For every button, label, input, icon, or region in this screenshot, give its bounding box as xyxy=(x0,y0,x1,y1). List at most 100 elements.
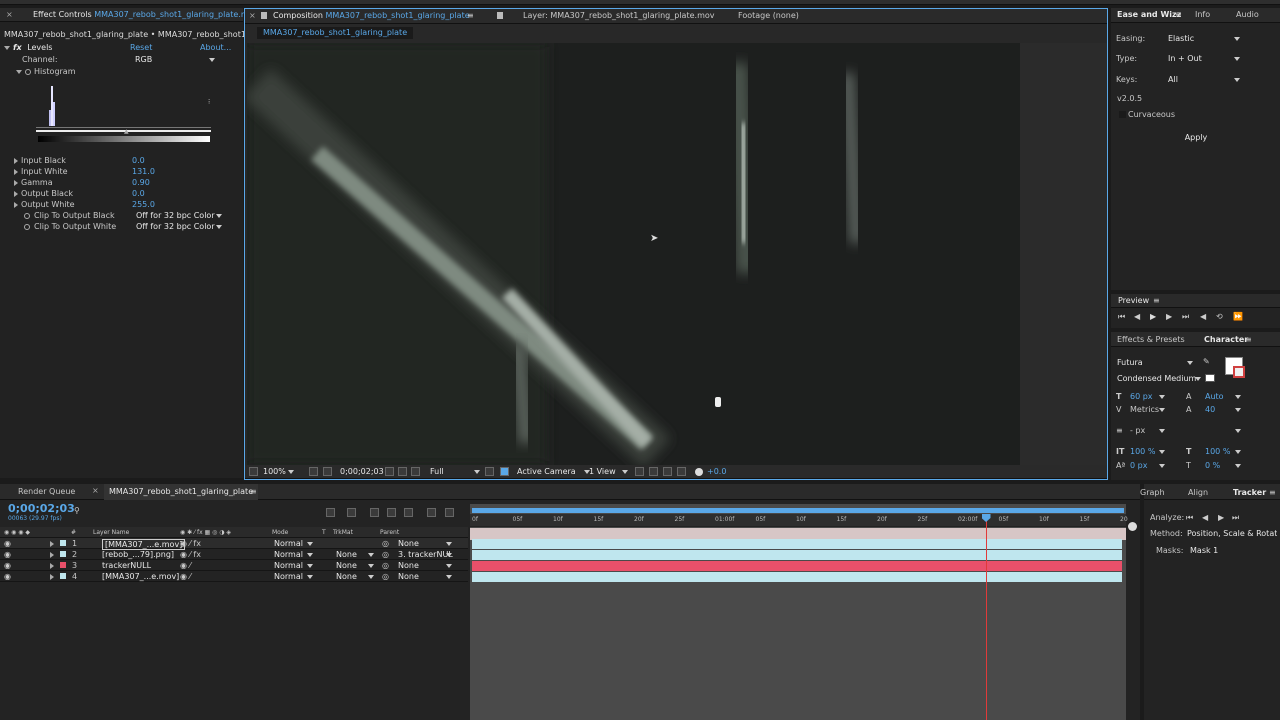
first-frame-icon[interactable]: ⏮ xyxy=(1118,312,1125,322)
timeline-timecode[interactable]: 0;00;02;03 xyxy=(8,502,75,515)
param-output-black[interactable]: Output Black 0.0 xyxy=(0,188,243,199)
chevron-down-icon[interactable] xyxy=(1159,464,1165,468)
panel-menu-icon[interactable]: ≡ xyxy=(1269,488,1276,497)
close-icon[interactable]: × xyxy=(92,486,99,495)
track-point-marker[interactable] xyxy=(715,397,721,407)
table-row[interactable]: ◉ 2 [rebob_...79].png] ◉ ⁄ fx Normal Non… xyxy=(0,549,468,560)
draft-3d-icon[interactable] xyxy=(347,508,356,517)
chevron-down-icon[interactable] xyxy=(1235,450,1241,454)
param-value[interactable]: Off for 32 bpc Color xyxy=(136,221,215,232)
comp-viewer[interactable]: ➤ xyxy=(247,43,1020,465)
eye-icon[interactable]: ◉ xyxy=(4,560,11,571)
eye-icon[interactable]: ◉ xyxy=(4,538,11,549)
exposure-value[interactable]: +0.0 xyxy=(707,465,726,479)
keys-select[interactable]: All xyxy=(1168,74,1240,85)
stroke-color-swatch[interactable] xyxy=(1233,366,1245,378)
fast-previews-icon[interactable] xyxy=(649,467,658,476)
render-queue-tab[interactable]: Render Queue xyxy=(18,487,75,496)
lock-icon[interactable] xyxy=(261,12,267,19)
param-value[interactable]: 0.0 xyxy=(132,188,145,199)
table-row[interactable]: ◉ 1 [MMA307_...e.mov] ◉ ⁄ fx Normal ◎ No… xyxy=(0,538,468,550)
param-clip-black[interactable]: Clip To Output Black Off for 32 bpc Color xyxy=(0,210,243,221)
apply-button[interactable]: Apply xyxy=(1175,133,1217,142)
frame-blending-icon[interactable] xyxy=(387,508,396,517)
chevron-down-icon[interactable] xyxy=(1159,395,1165,399)
snapshot-icon[interactable] xyxy=(385,467,394,476)
font-family-select[interactable]: Futura xyxy=(1111,357,1195,368)
chevron-down-icon[interactable] xyxy=(1159,429,1165,433)
tab-info[interactable]: Info xyxy=(1195,10,1210,19)
label-color-swatch[interactable] xyxy=(60,562,66,568)
work-area-bar[interactable] xyxy=(472,508,1124,513)
comp-timecode[interactable]: 0;00;02;03 xyxy=(340,465,384,479)
analyze-forward-frame-icon[interactable]: ▶ xyxy=(1218,512,1224,523)
parent-pickwhip-icon[interactable]: ◎ xyxy=(382,549,389,560)
leading-value[interactable]: Auto xyxy=(1205,391,1224,402)
layer-parent[interactable]: None xyxy=(398,571,419,582)
toggle-pixel-icon[interactable] xyxy=(635,467,644,476)
chevron-down-icon[interactable] xyxy=(446,542,452,546)
chevron-down-icon[interactable] xyxy=(307,564,313,568)
tsume-value[interactable]: 0 % xyxy=(1205,460,1220,471)
time-ruler[interactable]: 0f 05f 10f 15f 20f 25f 01:00f 05f 10f 15f 20f 25f 02… xyxy=(470,514,1128,527)
show-snapshot-icon[interactable] xyxy=(398,467,407,476)
layer-name[interactable]: [MMA307_...e.mov] xyxy=(102,571,179,582)
mask-visibility-icon[interactable] xyxy=(323,467,332,476)
analyze-back-frame-icon[interactable]: ◀ xyxy=(1202,512,1208,523)
next-frame-icon[interactable]: ▶ xyxy=(1166,312,1172,321)
table-row[interactable]: ◉ 4 [MMA307_...e.mov] ◉ ⁄ Normal None ◎ … xyxy=(0,571,468,582)
layer-trkmat[interactable]: None xyxy=(336,549,357,560)
comp-mini-flowchart-icon[interactable] xyxy=(326,508,335,517)
timeline-comp-tab[interactable]: MMA307_rebob_shot1_glaring_plate xyxy=(104,484,259,500)
type-select[interactable]: In + Out xyxy=(1168,53,1240,64)
tab-effects-presets[interactable]: Effects & Presets xyxy=(1117,335,1185,344)
composition-tab[interactable]: Composition MMA307_rebob_shot1_glaring_p… xyxy=(273,11,470,20)
chevron-down-icon[interactable] xyxy=(446,575,452,579)
table-row[interactable]: ◉ 3 trackerNULL ◉ ⁄ Normal None ◎ None xyxy=(0,560,468,571)
ram-preview-icon[interactable]: ⏩ xyxy=(1233,312,1243,321)
switch-icons[interactable]: ◉ ⁄ fx xyxy=(180,538,201,549)
param-gamma[interactable]: Gamma 0.90 xyxy=(0,177,243,188)
loop-icon[interactable]: ⟲ xyxy=(1216,312,1223,321)
layer-parent[interactable]: 3. trackerNUL xyxy=(398,549,453,560)
panel-menu-icon[interactable]: ≡ xyxy=(1175,10,1182,19)
label-color-swatch[interactable] xyxy=(60,540,66,546)
chevron-down-icon[interactable] xyxy=(307,542,313,546)
layer-tab[interactable]: Layer: MMA307_rebob_shot1_glaring_plate.… xyxy=(523,11,714,20)
param-value[interactable]: 0.90 xyxy=(132,177,150,188)
panel-menu-icon[interactable]: ≡ xyxy=(250,487,257,496)
channel-icon[interactable] xyxy=(411,467,420,476)
switch-icons[interactable]: ◉ ⁄ xyxy=(180,571,191,582)
expand-icon[interactable] xyxy=(50,563,54,569)
layer-bar-2[interactable] xyxy=(472,550,1122,560)
switch-icons[interactable]: ◉ ⁄ xyxy=(180,560,191,571)
chevron-down-icon[interactable] xyxy=(1159,450,1165,454)
shy-icon[interactable] xyxy=(370,508,379,517)
chevron-down-icon[interactable] xyxy=(446,564,452,568)
layer-trkmat[interactable]: None xyxy=(336,571,357,582)
parent-pickwhip-icon[interactable]: ◎ xyxy=(382,560,389,571)
panel-menu-icon[interactable]: ≡ xyxy=(1245,335,1252,344)
last-frame-icon[interactable]: ⏭ xyxy=(1182,312,1189,322)
param-output-white[interactable]: Output White 255.0 xyxy=(0,199,243,210)
eyedropper-icon[interactable]: ✎ xyxy=(1203,357,1210,366)
close-icon[interactable]: × xyxy=(249,11,256,20)
method-select[interactable]: Position, Scale & Rotat xyxy=(1187,528,1277,539)
param-input-white[interactable]: Input White 131.0 xyxy=(0,166,243,177)
expand-icon[interactable] xyxy=(50,574,54,580)
layer-mode[interactable]: Normal xyxy=(274,571,303,582)
layer-trkmat[interactable]: None xyxy=(336,560,357,571)
analyze-back-all-icon[interactable]: ⏮ xyxy=(1186,512,1193,523)
font-style-select[interactable]: Condensed Medium xyxy=(1111,373,1201,384)
chevron-down-icon[interactable] xyxy=(474,470,480,474)
histogram-graph[interactable]: ▲ ⁝ xyxy=(36,80,211,142)
timeline-graph[interactable]: 0f 05f 10f 15f 20f 25f 01:00f 05f 10f 15f 20f 25f 02… xyxy=(470,504,1128,720)
output-gradient[interactable] xyxy=(38,136,210,142)
prev-frame-icon[interactable]: ◀ xyxy=(1134,312,1140,321)
layer-parent[interactable]: None xyxy=(398,560,419,571)
chevron-down-icon[interactable] xyxy=(1235,395,1241,399)
transparency-grid-icon[interactable] xyxy=(500,467,509,476)
panel-menu-icon[interactable]: ≡ xyxy=(1153,296,1160,305)
comp-subtab[interactable]: MMA307_rebob_shot1_glaring_plate xyxy=(257,27,414,39)
param-input-black[interactable]: Input Black 0.0 xyxy=(0,155,243,166)
